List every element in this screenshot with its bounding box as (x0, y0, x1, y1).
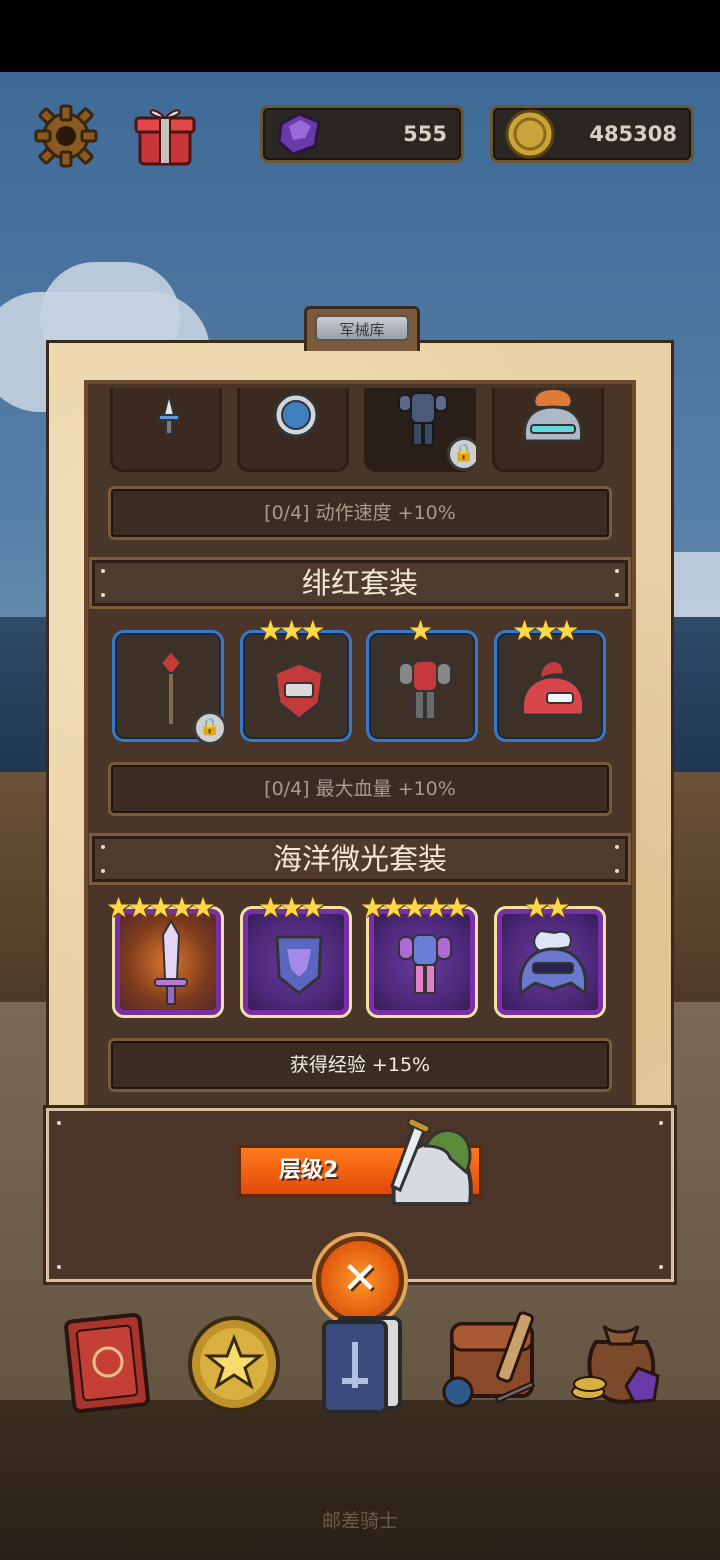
ring-icon (273, 392, 319, 438)
nav-card-deck[interactable] (312, 1306, 412, 1416)
card-deck-icon (322, 1316, 402, 1414)
star-icon: ★ (444, 891, 470, 924)
star-rating: ★ ★ ★ (258, 614, 326, 647)
armor-icon (398, 934, 452, 994)
star-rating: ★ ★ ★ (512, 614, 580, 647)
helmet-sword-icon (390, 1117, 473, 1206)
crimson-set-title: 绯红套装 (92, 560, 628, 606)
coin-counter[interactable]: 485308 (490, 105, 694, 163)
book-icon (64, 1312, 150, 1414)
helmet-icon (518, 929, 588, 996)
star-coin-icon (188, 1316, 280, 1412)
star-rating: ★ ★ (524, 891, 571, 924)
gear-icon (34, 104, 98, 168)
coin-count: 485308 (589, 122, 677, 146)
armory-tab: 军械库 (304, 306, 420, 351)
set-bonus-exp: 获得经验 +15% (108, 1038, 612, 1092)
backpack-icon (442, 1311, 536, 1408)
nav-book[interactable] (60, 1306, 160, 1416)
settings-button[interactable] (32, 102, 100, 170)
helmet-icon (522, 388, 584, 443)
gift-button[interactable] (130, 100, 200, 170)
armor-icon (398, 660, 452, 720)
shield-icon (275, 935, 323, 995)
set-bonus-max-hp: [0/4] 最大血量 +10% (108, 762, 612, 816)
bottom-ground (0, 1400, 720, 1560)
gem-icon (277, 112, 321, 156)
star-icon: ★ (408, 614, 434, 647)
dagger-icon (158, 394, 180, 435)
status-bar (0, 0, 720, 72)
helmet-icon (520, 659, 586, 717)
spear-icon (159, 649, 183, 726)
crimson-item-spear[interactable]: 🔒 (112, 630, 227, 745)
blue-armor-icon (398, 392, 448, 446)
nav-backpack[interactable] (436, 1306, 536, 1416)
lock-icon: 🔒 (193, 711, 227, 745)
star-icon: ★ (190, 891, 216, 924)
nav-loot-bag[interactable] (566, 1306, 666, 1416)
coin-icon (505, 109, 555, 159)
star-rating: ★ ★ ★ (258, 891, 326, 924)
lock-icon: 🔒 (447, 437, 476, 471)
star-rating: ★ ★ ★ ★ ★ (106, 891, 216, 924)
armory-tab-label: 军械库 (315, 315, 409, 341)
ocean-set-title: 海洋微光套装 (92, 836, 628, 882)
star-icon: ★ (545, 891, 571, 924)
star-icon: ★ (554, 614, 580, 647)
gift-icon (134, 109, 196, 166)
set-bonus-action-speed: [0/4] 动作速度 +10% (108, 486, 612, 540)
loot-bag-icon (571, 1324, 660, 1405)
gem-count: 555 (403, 122, 447, 146)
star-rating: ★ (408, 614, 434, 647)
shield-icon (273, 661, 325, 721)
nav-star-coin[interactable] (184, 1306, 284, 1416)
gem-counter[interactable]: 555 (260, 105, 464, 163)
app-title: 邮差骑士 (321, 1510, 398, 1532)
star-icon: ★ (300, 614, 326, 647)
star-icon: ★ (300, 891, 326, 924)
star-rating: ★ ★ ★ ★ ★ (360, 891, 470, 924)
sword-icon (154, 918, 188, 1005)
